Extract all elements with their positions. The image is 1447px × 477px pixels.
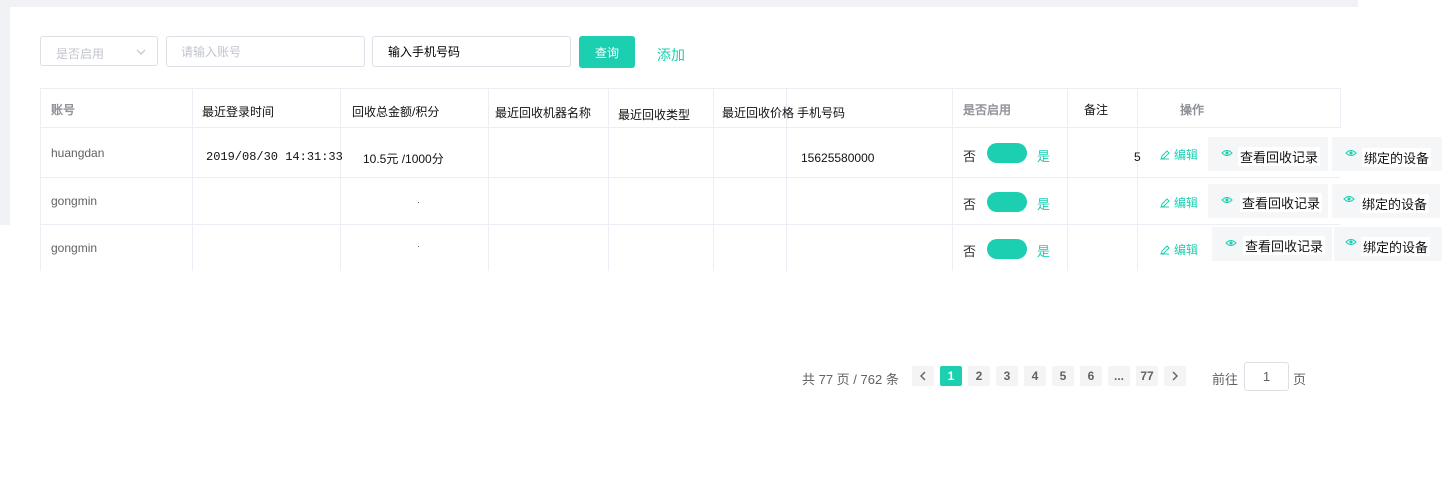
view-records-label: 查看回收记录 bbox=[1240, 193, 1323, 212]
col-divider bbox=[192, 88, 193, 271]
bound-devices-label: 绑定的设备 bbox=[1361, 237, 1431, 256]
enabled-switch[interactable] bbox=[987, 239, 1027, 259]
header-last-price: 最近回收价格 bbox=[722, 106, 795, 120]
enabled-switch[interactable] bbox=[987, 143, 1027, 163]
switch-on-label: 是 bbox=[1037, 149, 1051, 164]
page-4-button[interactable]: 4 bbox=[1024, 366, 1046, 386]
cell-account: gongmin bbox=[51, 241, 98, 255]
bound-devices-button[interactable]: 绑定的设备 bbox=[1332, 137, 1442, 171]
add-button[interactable]: 添加 bbox=[657, 45, 685, 65]
col-divider bbox=[608, 88, 609, 271]
header-remark: 备注 bbox=[1084, 103, 1109, 117]
page-ellipsis[interactable]: ... bbox=[1108, 366, 1130, 386]
cell-account: gongmin bbox=[51, 194, 98, 208]
header-last-login: 最近登录时间 bbox=[202, 105, 275, 119]
account-input[interactable] bbox=[166, 36, 365, 67]
page-1-button[interactable]: 1 bbox=[940, 366, 962, 386]
bound-devices-label: 绑定的设备 bbox=[1362, 148, 1432, 167]
cell-last-login: 2019/08/30 14:31:33 bbox=[206, 150, 343, 164]
bound-devices-label: 绑定的设备 bbox=[1360, 194, 1430, 213]
switch-off-label: 否 bbox=[963, 244, 977, 259]
edit-button[interactable]: 编辑 bbox=[1160, 241, 1198, 258]
prev-page-button[interactable] bbox=[912, 366, 934, 386]
eye-icon bbox=[1221, 197, 1233, 203]
view-records-button[interactable]: 查看回收记录 bbox=[1208, 184, 1328, 218]
chevron-left-icon bbox=[920, 371, 926, 381]
query-button[interactable]: 查询 bbox=[579, 36, 635, 68]
enabled-select-value: 是否启用 bbox=[56, 47, 105, 61]
view-records-label: 查看回收记录 bbox=[1243, 236, 1326, 255]
edit-icon bbox=[1160, 150, 1170, 160]
col-divider bbox=[1137, 88, 1138, 271]
switch-off-label: 否 bbox=[963, 149, 977, 164]
page-77-button[interactable]: 77 bbox=[1136, 366, 1158, 386]
switch-on-label: 是 bbox=[1037, 197, 1051, 212]
view-records-button[interactable]: 查看回收记录 bbox=[1208, 137, 1328, 171]
cell-account: huangdan bbox=[51, 146, 105, 160]
col-divider bbox=[488, 88, 489, 271]
page-2-button[interactable]: 2 bbox=[968, 366, 990, 386]
switch-off-label: 否 bbox=[963, 197, 977, 212]
eye-icon bbox=[1225, 240, 1237, 246]
page-3-button[interactable]: 3 bbox=[996, 366, 1018, 386]
switch-on-label: 是 bbox=[1037, 244, 1051, 259]
edit-icon bbox=[1160, 245, 1170, 255]
enabled-select[interactable]: 是否启用 bbox=[40, 36, 158, 66]
col-divider bbox=[952, 88, 953, 271]
cell-recycle-total: 10.5元 /1000分 bbox=[363, 152, 444, 166]
cell-phone: 15625580000 bbox=[801, 151, 875, 165]
header-phone: 手机号码 bbox=[797, 106, 846, 120]
chevron-right-icon bbox=[1172, 371, 1178, 381]
page-jump-input[interactable] bbox=[1244, 362, 1289, 391]
eye-icon bbox=[1345, 150, 1357, 156]
col-divider bbox=[713, 88, 714, 271]
edit-label: 编辑 bbox=[1174, 196, 1199, 210]
cell-marker bbox=[418, 202, 419, 203]
header-account: 账号 bbox=[51, 103, 76, 117]
eye-icon bbox=[1221, 150, 1233, 156]
pagination-total: 共 77 页 / 762 条 bbox=[802, 372, 899, 387]
row-divider bbox=[40, 224, 1340, 225]
col-divider bbox=[1340, 88, 1341, 128]
jump-prefix: 前往 bbox=[1212, 372, 1239, 387]
chevron-down-icon bbox=[136, 49, 146, 55]
col-divider bbox=[340, 88, 341, 271]
cell-marker bbox=[418, 246, 419, 247]
cell-remark: 5 bbox=[1134, 150, 1141, 164]
page-background-top bbox=[0, 0, 1358, 7]
row-divider bbox=[40, 177, 1340, 178]
enabled-switch[interactable] bbox=[987, 192, 1027, 212]
bound-devices-button[interactable]: 绑定的设备 bbox=[1334, 227, 1442, 261]
view-records-button[interactable]: 查看回收记录 bbox=[1212, 227, 1332, 261]
eye-icon bbox=[1343, 196, 1355, 202]
header-enabled: 是否启用 bbox=[963, 103, 1012, 117]
header-recycle-total: 回收总金额/积分 bbox=[352, 105, 440, 119]
jump-suffix: 页 bbox=[1293, 372, 1307, 387]
col-divider bbox=[40, 88, 41, 271]
phone-input[interactable] bbox=[372, 36, 571, 67]
edit-label: 编辑 bbox=[1174, 148, 1199, 162]
header-last-type: 最近回收类型 bbox=[618, 108, 691, 122]
edit-label: 编辑 bbox=[1174, 243, 1199, 257]
next-page-button[interactable] bbox=[1164, 366, 1186, 386]
col-divider bbox=[1067, 88, 1068, 271]
header-actions: 操作 bbox=[1180, 103, 1205, 117]
edit-button[interactable]: 编辑 bbox=[1160, 194, 1198, 211]
bound-devices-button[interactable]: 绑定的设备 bbox=[1332, 184, 1440, 218]
page-background-left bbox=[0, 0, 10, 225]
page-5-button[interactable]: 5 bbox=[1052, 366, 1074, 386]
view-records-label: 查看回收记录 bbox=[1238, 147, 1321, 166]
edit-icon bbox=[1160, 198, 1170, 208]
page-6-button[interactable]: 6 bbox=[1080, 366, 1102, 386]
header-last-machine: 最近回收机器名称 bbox=[495, 106, 592, 120]
eye-icon bbox=[1345, 239, 1357, 245]
edit-button[interactable]: 编辑 bbox=[1160, 146, 1198, 163]
